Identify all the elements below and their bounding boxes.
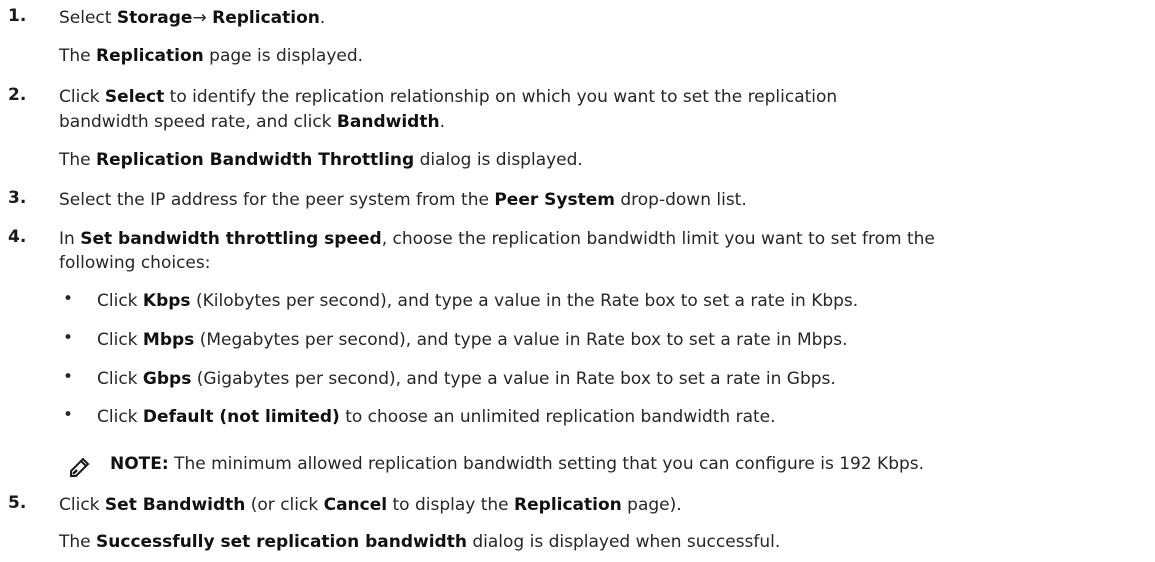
step-text-continued: following choices: bbox=[59, 253, 211, 273]
step-text: Select Storage→ Replication. bbox=[59, 8, 326, 28]
bullet-text: Click Kbps (Kilobytes per second), and t… bbox=[97, 291, 859, 311]
bullet-text: Click Default (not limited) to choose an… bbox=[97, 407, 776, 427]
bullet-marker: • bbox=[63, 367, 74, 387]
step-text: Click Select to identify the replication… bbox=[59, 87, 838, 107]
bullet-marker: • bbox=[63, 289, 74, 309]
note-text: NOTE: The minimum allowed replication ba… bbox=[110, 454, 925, 474]
step-text: In Set bandwidth throttling speed, choos… bbox=[59, 229, 935, 249]
step-number: 1. bbox=[8, 6, 27, 26]
step-result: The Replication Bandwidth Throttling dia… bbox=[59, 150, 583, 170]
step-number: 4. bbox=[8, 227, 27, 247]
bullet-text: Click Mbps (Megabytes per second), and t… bbox=[97, 330, 848, 350]
step-text: Click Set Bandwidth (or click Cancel to … bbox=[59, 495, 682, 515]
bullet-marker: • bbox=[63, 328, 74, 348]
step-number: 5. bbox=[8, 493, 27, 513]
step-text-continued: bandwidth speed rate, and click Bandwidt… bbox=[59, 112, 445, 132]
step-result: The Replication page is displayed. bbox=[59, 46, 364, 66]
step-text: Select the IP address for the peer syste… bbox=[59, 190, 747, 210]
step-number: 3. bbox=[8, 188, 27, 208]
bullet-marker: • bbox=[63, 405, 74, 425]
step-result: The Successfully set replication bandwid… bbox=[59, 532, 781, 552]
step-number: 2. bbox=[8, 85, 27, 105]
note-pencil-icon bbox=[70, 457, 90, 477]
bullet-text: Click Gbps (Gigabytes per second), and t… bbox=[97, 369, 836, 389]
